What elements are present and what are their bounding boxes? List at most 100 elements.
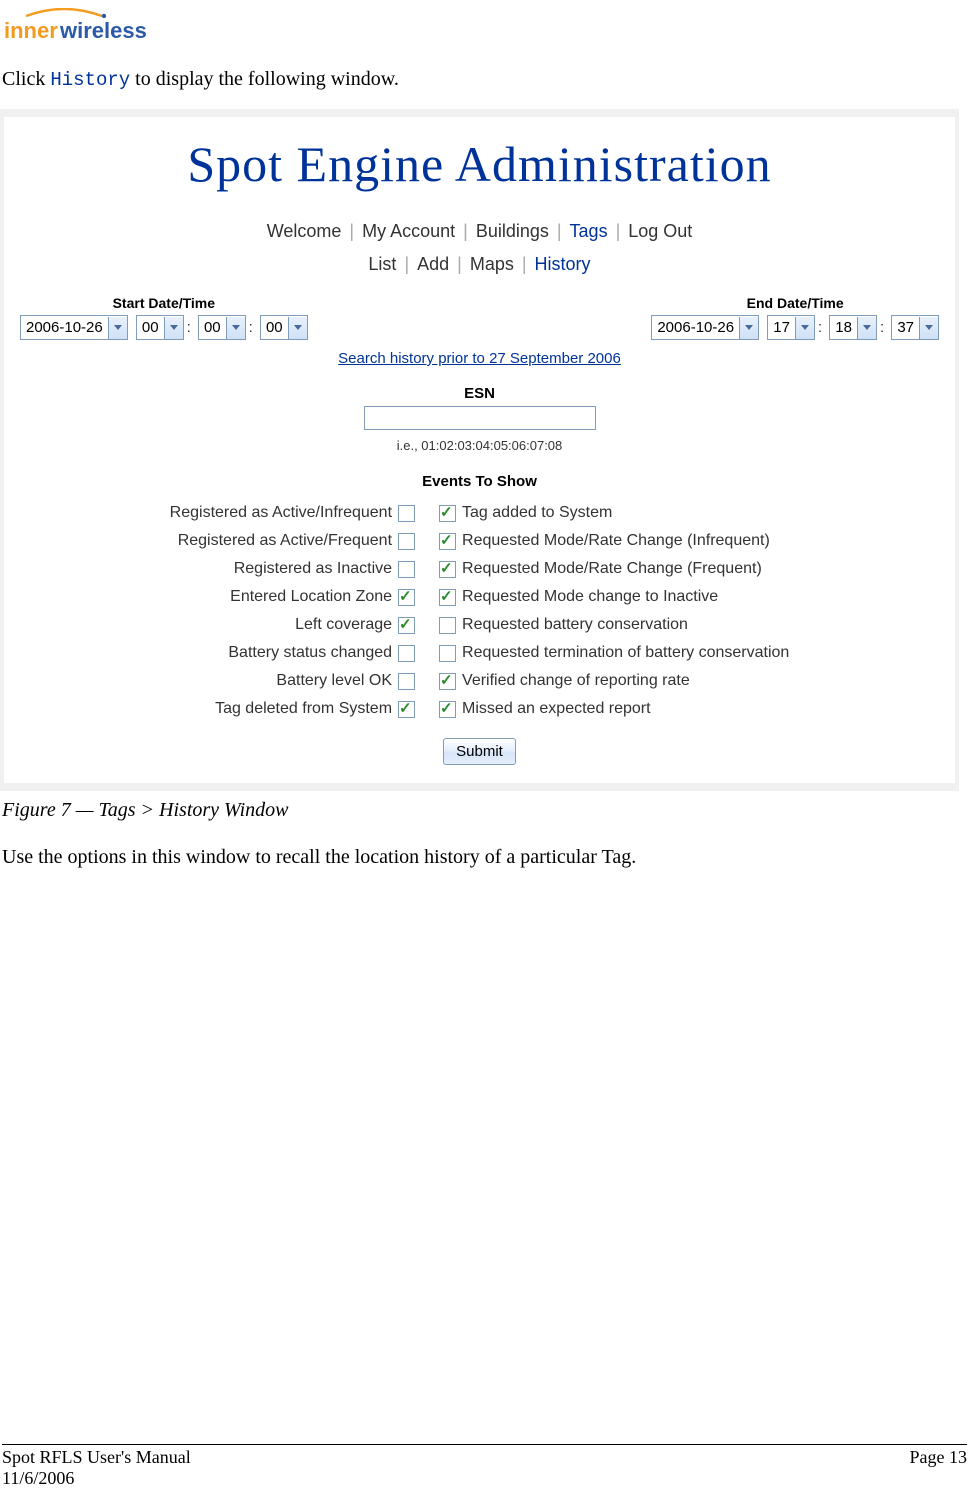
svg-text:wireless: wireless: [59, 18, 147, 43]
event-row: Requested Mode change to Inactive: [439, 588, 789, 606]
events-left-column: Registered as Active/Infrequent Registere…: [170, 504, 415, 718]
event-checkbox[interactable]: [398, 533, 415, 550]
event-label: Tag added to System: [462, 504, 612, 522]
events-label: Events To Show: [14, 473, 945, 490]
main-nav: Welcome|My Account|Buildings|Tags|Log Ou…: [14, 221, 945, 242]
start-min-select[interactable]: 00: [198, 315, 246, 340]
chevron-down-icon: [919, 317, 938, 339]
search-prior-link[interactable]: Search history prior to 27 September 200…: [338, 350, 621, 367]
nav-separator: |: [461, 221, 470, 242]
nav-item-tags[interactable]: Tags: [564, 221, 614, 242]
event-row: Battery status changed: [170, 644, 415, 662]
nav-separator: |: [555, 221, 564, 242]
footer-left1: Spot RFLS User's Manual: [2, 1447, 191, 1468]
event-checkbox[interactable]: [439, 645, 456, 662]
end-label: End Date/Time: [747, 295, 844, 311]
esn-hint: i.e., 01:02:03:04:05:06:07:08: [14, 438, 945, 453]
event-checkbox[interactable]: [439, 617, 456, 634]
nav-item-buildings[interactable]: Buildings: [470, 221, 555, 242]
event-row: Verified change of reporting rate: [439, 672, 789, 690]
end-hour-select[interactable]: 17: [767, 315, 815, 340]
event-checkbox[interactable]: [439, 505, 456, 522]
event-row: Requested Mode/Rate Change (Infrequent): [439, 532, 789, 550]
event-label: Requested battery conservation: [462, 616, 688, 634]
brand-logo: inner wireless: [4, 8, 959, 48]
nav-item-welcome[interactable]: Welcome: [261, 221, 348, 242]
intro-prefix: Click: [2, 68, 50, 90]
nav-separator: |: [614, 221, 623, 242]
figure-wrapper: Spot Engine Administration Welcome|My Ac…: [0, 109, 959, 791]
end-sec-select[interactable]: 37: [891, 315, 939, 340]
event-checkbox[interactable]: [398, 617, 415, 634]
event-row: Tag added to System: [439, 504, 789, 522]
event-checkbox[interactable]: [398, 505, 415, 522]
intro-code: History: [50, 69, 130, 91]
body-text: Use the options in this window to recall…: [0, 846, 959, 869]
event-row: Tag deleted from System: [170, 700, 415, 718]
chevron-down-icon: [739, 317, 758, 339]
event-row: Requested termination of battery conserv…: [439, 644, 789, 662]
events-right-column: Tag added to System Requested Mode/Rate C…: [439, 504, 789, 718]
event-checkbox[interactable]: [398, 645, 415, 662]
end-date-time: End Date/Time 2006-10-26 17: 18: 37: [649, 295, 941, 340]
event-label: Requested Mode/Rate Change (Infrequent): [462, 532, 770, 550]
event-label: Left coverage: [295, 616, 392, 634]
intro-suffix: to display the following window.: [130, 68, 399, 90]
event-label: Battery status changed: [228, 644, 392, 662]
chevron-down-icon: [857, 317, 876, 339]
event-checkbox[interactable]: [439, 589, 456, 606]
nav-item-my-account[interactable]: My Account: [356, 221, 461, 242]
start-date-time: Start Date/Time 2006-10-26 00: 00: 00: [18, 295, 310, 340]
event-label: Tag deleted from System: [215, 700, 392, 718]
event-label: Battery level OK: [276, 672, 392, 690]
end-min-select[interactable]: 18: [829, 315, 877, 340]
event-label: Registered as Inactive: [234, 560, 392, 578]
event-row: Left coverage: [170, 616, 415, 634]
figure-caption: Figure 7 — Tags > History Window: [2, 799, 959, 822]
end-date-select[interactable]: 2006-10-26: [651, 315, 759, 340]
start-label: Start Date/Time: [113, 295, 215, 311]
event-row: Requested Mode/Rate Change (Frequent): [439, 560, 789, 578]
event-label: Entered Location Zone: [230, 588, 392, 606]
chevron-down-icon: [164, 317, 183, 339]
footer-right: Page 13: [910, 1447, 968, 1468]
event-label: Registered as Active/Infrequent: [170, 504, 392, 522]
event-row: Registered as Active/Infrequent: [170, 504, 415, 522]
app-title: Spot Engine Administration: [14, 135, 945, 193]
nav-item-list[interactable]: List: [362, 254, 402, 275]
chevron-down-icon: [226, 317, 245, 339]
event-row: Registered as Inactive: [170, 560, 415, 578]
chevron-down-icon: [108, 317, 127, 339]
nav-item-log-out[interactable]: Log Out: [622, 221, 698, 242]
event-checkbox[interactable]: [439, 701, 456, 718]
submit-button[interactable]: Submit: [443, 738, 516, 765]
event-row: Entered Location Zone: [170, 588, 415, 606]
event-checkbox[interactable]: [439, 673, 456, 690]
chevron-down-icon: [795, 317, 814, 339]
event-checkbox[interactable]: [398, 589, 415, 606]
svg-text:inner: inner: [4, 18, 58, 43]
nav-item-history[interactable]: History: [529, 254, 597, 275]
chevron-down-icon: [288, 317, 307, 339]
event-label: Requested Mode/Rate Change (Frequent): [462, 560, 762, 578]
event-checkbox[interactable]: [398, 561, 415, 578]
nav-separator: |: [520, 254, 529, 275]
event-checkbox[interactable]: [439, 561, 456, 578]
nav-separator: |: [455, 254, 464, 275]
start-hour-select[interactable]: 00: [136, 315, 184, 340]
esn-input[interactable]: [364, 406, 596, 430]
event-label: Verified change of reporting rate: [462, 672, 690, 690]
nav-item-maps[interactable]: Maps: [464, 254, 520, 275]
intro-text: Click History to display the following w…: [0, 68, 959, 91]
nav-separator: |: [402, 254, 411, 275]
event-checkbox[interactable]: [398, 701, 415, 718]
esn-label: ESN: [14, 385, 945, 402]
event-row: Requested battery conservation: [439, 616, 789, 634]
start-date-select[interactable]: 2006-10-26: [20, 315, 128, 340]
event-checkbox[interactable]: [439, 533, 456, 550]
event-label: Requested Mode change to Inactive: [462, 588, 718, 606]
event-row: Missed an expected report: [439, 700, 789, 718]
nav-item-add[interactable]: Add: [411, 254, 455, 275]
event-checkbox[interactable]: [398, 673, 415, 690]
start-sec-select[interactable]: 00: [260, 315, 308, 340]
